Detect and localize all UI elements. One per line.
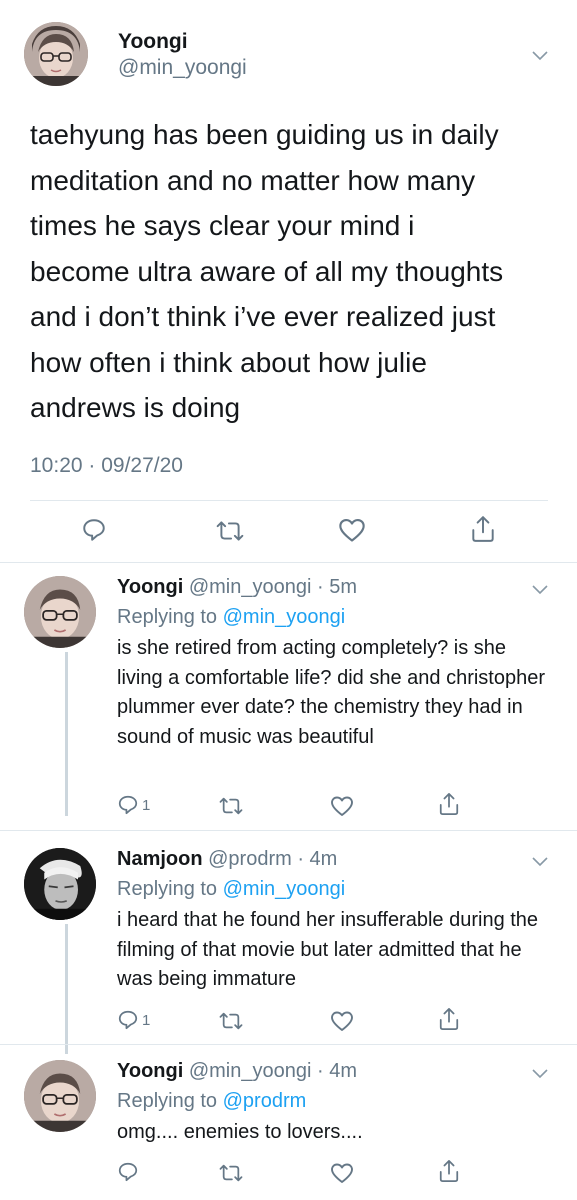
divider bbox=[0, 1044, 577, 1045]
avatar[interactable] bbox=[24, 22, 88, 86]
reply-icon bbox=[81, 517, 107, 543]
display-name[interactable]: Yoongi bbox=[117, 1060, 183, 1082]
reply-header: Yoongi @min_yoongi · 4m bbox=[117, 1060, 357, 1083]
retweet-button[interactable] bbox=[219, 1162, 243, 1184]
retweet-icon bbox=[219, 1162, 243, 1184]
like-icon bbox=[330, 795, 354, 817]
reply-header: Namjoon @prodrm · 4m bbox=[117, 848, 337, 871]
reply-header: Yoongi @min_yoongi · 5m bbox=[117, 576, 357, 599]
reply-icon bbox=[117, 1161, 139, 1183]
reply-button[interactable]: 1 bbox=[117, 794, 150, 816]
share-icon bbox=[470, 515, 496, 543]
avatar[interactable] bbox=[24, 576, 96, 648]
chevron-down-icon[interactable] bbox=[531, 1068, 549, 1080]
like-icon bbox=[338, 517, 366, 543]
reply-tweet[interactable]: Yoongi @min_yoongi · 5m Replying to @min… bbox=[0, 576, 577, 826]
like-button[interactable] bbox=[330, 795, 354, 817]
display-name[interactable]: Yoongi bbox=[117, 576, 183, 598]
share-icon bbox=[438, 792, 460, 816]
thread-line bbox=[65, 924, 68, 1054]
retweet-icon bbox=[219, 795, 243, 817]
handle-time[interactable]: @min_yoongi · 4m bbox=[189, 1060, 357, 1082]
divider bbox=[0, 562, 577, 563]
replying-prefix: Replying to bbox=[117, 1090, 223, 1112]
reply-text: i heard that he found her insufferable d… bbox=[117, 909, 539, 990]
handle[interactable]: @min_yoongi bbox=[118, 56, 247, 80]
avatar[interactable] bbox=[24, 1060, 96, 1132]
replying-prefix: Replying to bbox=[117, 878, 223, 900]
reply-button[interactable] bbox=[81, 517, 107, 543]
retweet-icon bbox=[219, 1010, 243, 1032]
share-button[interactable] bbox=[438, 1159, 460, 1183]
reply-tweet[interactable]: Yoongi @min_yoongi · 4m Replying to @pro… bbox=[0, 1060, 577, 1200]
like-button[interactable] bbox=[330, 1010, 354, 1032]
like-icon bbox=[330, 1162, 354, 1184]
replying-to: Replying to @min_yoongi bbox=[117, 606, 345, 629]
retweet-button[interactable] bbox=[216, 518, 244, 544]
reply-icon bbox=[117, 1009, 139, 1031]
share-icon bbox=[438, 1007, 460, 1031]
mention-link[interactable]: @min_yoongi bbox=[223, 878, 346, 900]
like-icon bbox=[330, 1010, 354, 1032]
display-name[interactable]: Yoongi bbox=[118, 30, 188, 54]
reply-text: omg.... enemies to lovers.... bbox=[117, 1121, 363, 1143]
replying-prefix: Replying to bbox=[117, 606, 223, 628]
reply-count: 1 bbox=[142, 1011, 151, 1029]
reply-tweet[interactable]: Namjoon @prodrm · 4m Replying to @min_yo… bbox=[0, 848, 577, 1048]
chevron-down-icon[interactable] bbox=[531, 584, 549, 596]
share-button[interactable] bbox=[438, 792, 460, 816]
tweet-text: taehyung has been guiding us in daily me… bbox=[30, 119, 504, 423]
reply-count: 1 bbox=[142, 796, 151, 814]
display-name[interactable]: Namjoon bbox=[117, 848, 203, 870]
like-button[interactable] bbox=[338, 517, 366, 543]
mention-link[interactable]: @min_yoongi bbox=[223, 606, 346, 628]
reply-button[interactable] bbox=[117, 1161, 142, 1183]
like-button[interactable] bbox=[330, 1162, 354, 1184]
chevron-down-icon[interactable] bbox=[531, 50, 549, 62]
retweet-button[interactable] bbox=[219, 795, 243, 817]
handle-time[interactable]: @min_yoongi · 5m bbox=[189, 576, 357, 598]
mention-link[interactable]: @prodrm bbox=[223, 1090, 307, 1112]
share-button[interactable] bbox=[470, 515, 496, 543]
thread-line bbox=[65, 652, 68, 816]
divider bbox=[30, 500, 548, 501]
share-icon bbox=[438, 1159, 460, 1183]
main-tweet: Yoongi @min_yoongi taehyung has been gui… bbox=[0, 0, 577, 563]
reply-icon bbox=[117, 794, 139, 816]
retweet-icon bbox=[216, 518, 244, 544]
replying-to: Replying to @prodrm bbox=[117, 1090, 306, 1113]
reply-text: is she retired from acting completely? i… bbox=[117, 637, 546, 748]
retweet-button[interactable] bbox=[219, 1010, 243, 1032]
chevron-down-icon[interactable] bbox=[531, 856, 549, 868]
handle-time[interactable]: @prodrm · 4m bbox=[208, 848, 337, 870]
avatar[interactable] bbox=[24, 848, 96, 920]
share-button[interactable] bbox=[438, 1007, 460, 1031]
tweet-timestamp[interactable]: 10:20 · 09/27/20 bbox=[30, 454, 183, 478]
replying-to: Replying to @min_yoongi bbox=[117, 878, 345, 901]
divider bbox=[0, 830, 577, 831]
reply-button[interactable]: 1 bbox=[117, 1009, 150, 1031]
